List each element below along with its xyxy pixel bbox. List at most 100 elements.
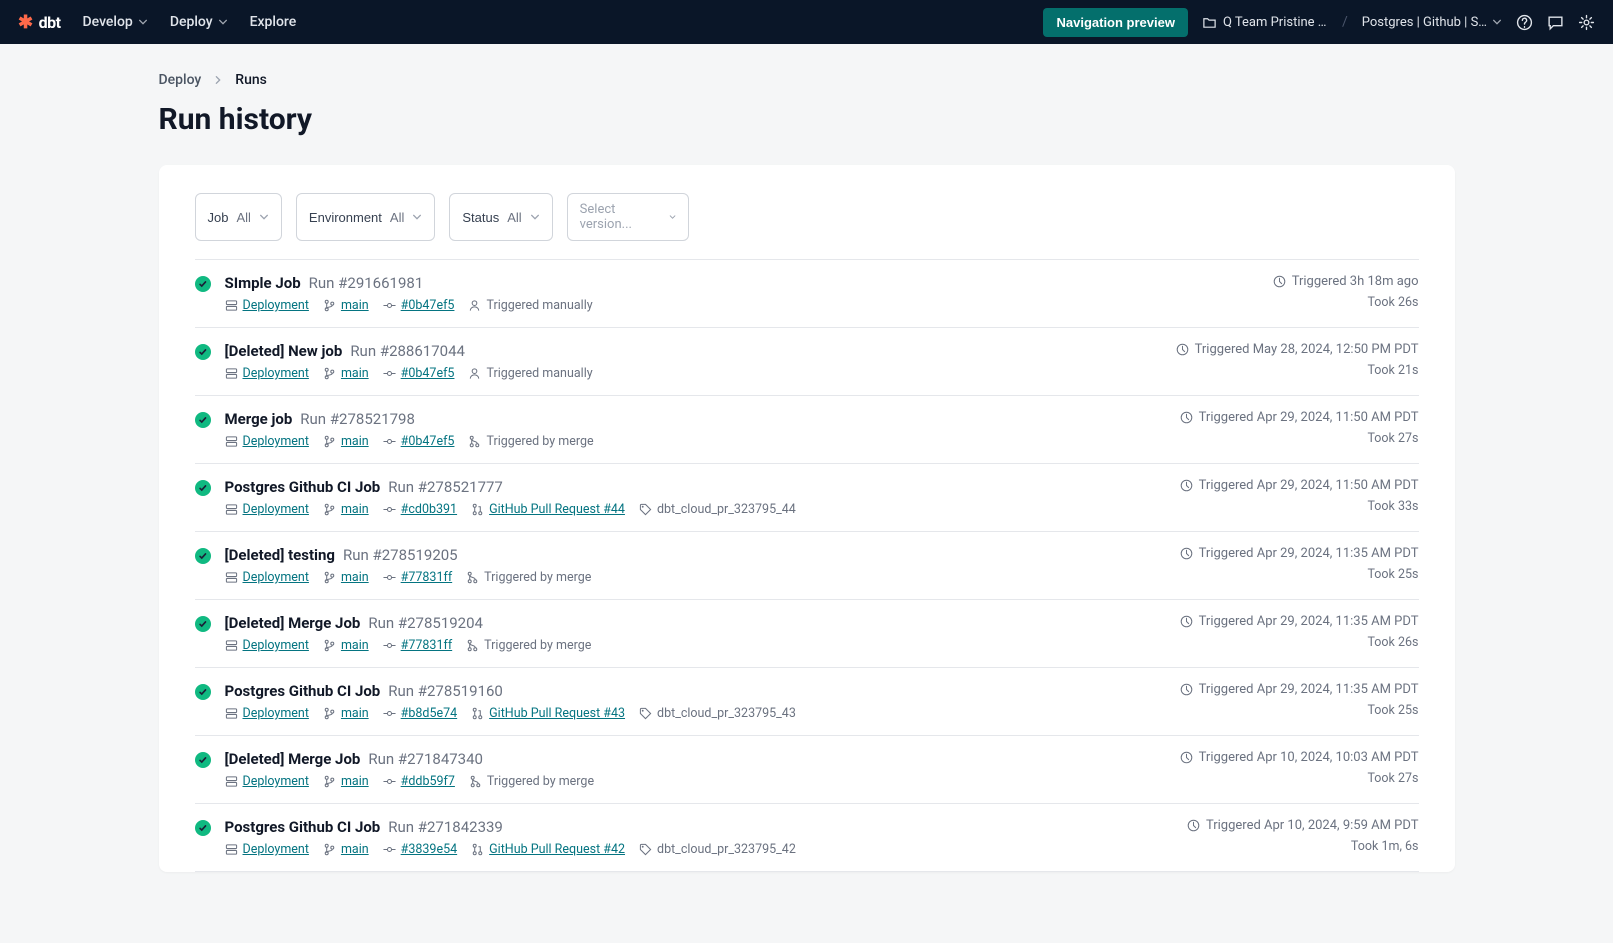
- filter-version[interactable]: Select version...: [567, 193, 689, 241]
- logo[interactable]: ✱ dbt: [18, 12, 61, 33]
- commit-icon: [383, 775, 396, 788]
- env-link[interactable]: Deployment: [243, 774, 309, 789]
- commit-link[interactable]: #b8d5e74: [401, 706, 458, 721]
- filter-job[interactable]: Job All: [195, 193, 282, 241]
- branch-link[interactable]: main: [341, 706, 369, 721]
- tag-icon: [639, 503, 652, 516]
- deployment-icon: [225, 367, 238, 380]
- commit-link[interactable]: #3839e54: [401, 842, 457, 857]
- branch-icon: [323, 299, 336, 312]
- deployment-icon: [225, 571, 238, 584]
- pull-request-icon: [471, 843, 484, 856]
- run-id: Run #271842339: [388, 818, 503, 836]
- commit-link[interactable]: #77831ff: [401, 638, 453, 653]
- nav-explore[interactable]: Explore: [250, 14, 297, 30]
- run-trigger: Triggered by merge: [466, 638, 591, 653]
- run-row[interactable]: Postgres Github CI Job Run #278521777 De…: [195, 464, 1419, 532]
- branch-link[interactable]: main: [341, 298, 369, 313]
- env-link[interactable]: Deployment: [243, 298, 309, 313]
- env-link[interactable]: Deployment: [243, 842, 309, 857]
- run-row[interactable]: [Deleted] Merge Job Run #278519204 Deplo…: [195, 600, 1419, 668]
- clock-icon: [1180, 751, 1193, 764]
- run-row[interactable]: Postgres Github CI Job Run #271842339 De…: [195, 804, 1419, 872]
- clock-icon: [1176, 343, 1189, 356]
- filter-status[interactable]: Status All: [449, 193, 552, 241]
- run-branch: main: [323, 706, 369, 721]
- branch-link[interactable]: main: [341, 502, 369, 517]
- run-row[interactable]: [Deleted] Merge Job Run #271847340 Deplo…: [195, 736, 1419, 804]
- branch-link[interactable]: main: [341, 638, 369, 653]
- status-success-icon: [195, 684, 211, 700]
- commit-icon: [383, 435, 396, 448]
- status-success-icon: [195, 480, 211, 496]
- env-link[interactable]: Deployment: [243, 570, 309, 585]
- run-row[interactable]: [Deleted] testing Run #278519205 Deploym…: [195, 532, 1419, 600]
- run-commit: #0b47ef5: [383, 434, 455, 449]
- run-job-name: Postgres Github CI Job: [225, 682, 381, 700]
- top-nav: ✱ dbt Develop Deploy Explore Navigation …: [0, 0, 1613, 44]
- run-triggered: Triggered Apr 10, 2024, 9:59 AM PDT: [1187, 818, 1419, 833]
- run-env: Deployment: [225, 298, 309, 313]
- commit-link[interactable]: #0b47ef5: [401, 298, 455, 313]
- run-extra: dbt_cloud_pr_323795_43: [639, 706, 796, 721]
- commit-link[interactable]: #ddb59f7: [401, 774, 455, 789]
- env-link[interactable]: Deployment: [243, 706, 309, 721]
- commit-link[interactable]: #cd0b391: [401, 502, 457, 517]
- clock-icon: [1180, 683, 1193, 696]
- run-trigger: Triggered by merge: [466, 570, 591, 585]
- status-success-icon: [195, 820, 211, 836]
- clock-icon: [1180, 411, 1193, 424]
- commit-link[interactable]: #0b47ef5: [401, 366, 455, 381]
- env-link[interactable]: Deployment: [243, 502, 309, 517]
- commit-link[interactable]: #77831ff: [401, 570, 453, 585]
- chevron-down-icon: [412, 212, 422, 222]
- run-row[interactable]: Merge job Run #278521798 Deployment main…: [195, 396, 1419, 464]
- run-commit: #cd0b391: [383, 502, 457, 517]
- nav-deploy[interactable]: Deploy: [170, 14, 228, 30]
- commit-link[interactable]: #0b47ef5: [401, 434, 455, 449]
- run-row[interactable]: SImple Job Run #291661981 Deployment mai…: [195, 260, 1419, 328]
- run-row[interactable]: Postgres Github CI Job Run #278519160 De…: [195, 668, 1419, 736]
- check-icon: [198, 415, 208, 425]
- run-triggered: Triggered 3h 18m ago: [1273, 274, 1419, 289]
- branch-icon: [323, 367, 336, 380]
- nav-develop[interactable]: Develop: [83, 14, 148, 30]
- run-trigger: Triggered by merge: [469, 774, 594, 789]
- pr-link[interactable]: GitHub Pull Request #42: [489, 842, 625, 857]
- branch-link[interactable]: main: [341, 366, 369, 381]
- run-pr: GitHub Pull Request #42: [471, 842, 625, 857]
- branch-icon: [323, 435, 336, 448]
- run-commit: #0b47ef5: [383, 298, 455, 313]
- chevron-down-icon: [218, 17, 228, 27]
- run-env: Deployment: [225, 842, 309, 857]
- navigation-preview-button[interactable]: Navigation preview: [1043, 8, 1187, 37]
- settings-button[interactable]: [1578, 14, 1595, 31]
- run-job-name: Merge job: [225, 410, 293, 428]
- env-link[interactable]: Deployment: [243, 366, 309, 381]
- run-row[interactable]: [Deleted] New job Run #288617044 Deploym…: [195, 328, 1419, 396]
- filter-environment[interactable]: Environment All: [296, 193, 435, 241]
- env-link[interactable]: Deployment: [243, 638, 309, 653]
- account-switcher[interactable]: Q Team Pristine S…: [1202, 15, 1328, 30]
- branch-link[interactable]: main: [341, 434, 369, 449]
- check-icon: [198, 483, 208, 493]
- branch-link[interactable]: main: [341, 774, 369, 789]
- run-duration: Took 21s: [1367, 363, 1418, 378]
- deployment-icon: [225, 639, 238, 652]
- deployment-icon: [225, 775, 238, 788]
- branch-link[interactable]: main: [341, 842, 369, 857]
- check-icon: [198, 347, 208, 357]
- run-id: Run #278519160: [388, 682, 503, 700]
- branch-link[interactable]: main: [341, 570, 369, 585]
- user-icon: [468, 367, 481, 380]
- feedback-button[interactable]: [1547, 14, 1564, 31]
- pr-link[interactable]: GitHub Pull Request #44: [489, 502, 625, 517]
- chat-icon: [1547, 14, 1564, 31]
- pr-link[interactable]: GitHub Pull Request #43: [489, 706, 625, 721]
- breadcrumb-root[interactable]: Deploy: [159, 72, 202, 88]
- commit-icon: [383, 299, 396, 312]
- env-link[interactable]: Deployment: [243, 434, 309, 449]
- connection-switcher[interactable]: Postgres | Github | S…: [1362, 15, 1502, 30]
- run-commit: #b8d5e74: [383, 706, 458, 721]
- help-button[interactable]: [1516, 14, 1533, 31]
